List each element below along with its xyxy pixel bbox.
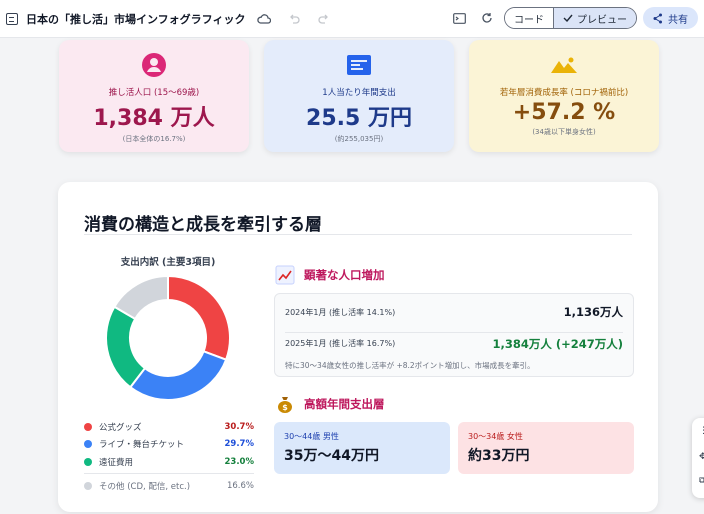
share-icon (653, 13, 662, 23)
code-button[interactable]: コード (505, 8, 553, 28)
population-note: 特に30〜34歳女性の推し活率が +8.2ポイント増加し、市場成長を牽引。 (285, 361, 535, 370)
person-circle-icon (142, 53, 166, 77)
stat-label: 1人当たり年間支出 (322, 88, 396, 98)
segment-label: 30〜34歳 女性 (468, 432, 523, 441)
donut-slice (167, 274, 231, 362)
legend-value: 29.7% (224, 439, 255, 450)
legend-swatch (84, 440, 92, 449)
donut-slice (113, 274, 169, 321)
expand-icon[interactable]: ⧉ (699, 476, 704, 486)
segment-label: 30〜44歳 男性 (284, 432, 339, 441)
row-value: 1,136万人 (563, 305, 623, 319)
preview-label: プレビュー (577, 14, 627, 26)
stat-value: 25.5 万円 (306, 106, 412, 131)
legend-swatch (84, 457, 92, 466)
drag-handle-icon[interactable]: ⋮ (699, 426, 704, 436)
stat-card-population: 推し活人口 (15〜69歳) 1,384 万人 (日本全体の16.7%) (59, 40, 249, 152)
legend-item: 遠征費用 23.0% (84, 453, 254, 471)
stat-note: (日本全体の16.7%) (122, 135, 186, 143)
row-label: 2025年1月 (推し活率 16.7%) (285, 339, 396, 348)
redo-icon[interactable] (313, 8, 335, 30)
stat-label: 若年層消費成長率 (コロナ禍前比) (499, 88, 629, 98)
row-value: 1,384万人 (+247万人) (492, 336, 623, 351)
document-icon (6, 12, 18, 25)
segment-card-women: 30〜34歳 女性 約33万円 (458, 422, 634, 474)
segment-value: 35万〜44万円 (284, 448, 379, 464)
move-icon[interactable]: ✥ (699, 452, 704, 462)
pie-legend: 公式グッズ 30.7% ライブ・舞台チケット 29.7% 遠征費用 23.0% その他 (C… (84, 418, 254, 495)
legend-value: 30.7% (224, 421, 255, 432)
stat-value: 1,384 万人 (93, 106, 215, 131)
stat-card-growth: 若年層消費成長率 (コロナ禍前比) +57.2 % (34歳以下単身女性) (469, 40, 659, 152)
stat-note: (約255,035円) (334, 135, 384, 143)
population-row-2025: 2025年1月 (推し活率 16.7%) 1,384万人 (+247万人) (285, 332, 623, 352)
segment-card-men: 30〜44歳 男性 35万〜44万円 (274, 422, 450, 474)
donut-slice (105, 305, 147, 389)
legend-item: ライブ・舞台チケット 29.7% (84, 436, 254, 454)
legend-label: 遠征費用 (99, 457, 134, 468)
view-toggle: コード プレビュー (504, 7, 637, 29)
card-list-icon (347, 55, 371, 75)
top-toolbar: 日本の「推し活」市場インフォグラフィック コード プレビュー 共有 (0, 0, 704, 38)
population-heading-label: 顕著な人口増加 (304, 268, 385, 282)
legend-item: その他 (CD, 配信, etc.) 16.6% (84, 472, 254, 495)
pie-title: 支出内訳 (主要3項目) (120, 257, 216, 268)
chart-increasing-icon (274, 264, 296, 286)
mountain-icon (551, 57, 577, 73)
legend-value: 16.6% (226, 480, 254, 491)
floating-side-panel[interactable]: ⋮ ✥ ⧉ (692, 418, 704, 498)
cloud-sync-icon[interactable] (253, 8, 275, 30)
stat-value: +57.2 % (512, 100, 616, 125)
legend-label: その他 (CD, 配信, etc.) (99, 481, 191, 492)
consumption-structure-card: 消費の構造と成長を牽引する層 支出内訳 (主要3項目) 公式グッズ 30.7% ライ… (58, 182, 658, 512)
section-divider (84, 234, 632, 235)
legend-value: 23.0% (224, 456, 255, 467)
legend-label: 公式グッズ (99, 422, 142, 433)
share-button[interactable]: 共有 (643, 7, 698, 29)
money-bag-icon: $ (274, 393, 296, 415)
terminal-icon[interactable] (448, 7, 470, 29)
spending-heading: $ 高額年間支出層 (274, 393, 385, 415)
app-title: 日本の「推し活」市場インフォグラフィック (26, 12, 246, 26)
refresh-icon[interactable] (476, 7, 498, 29)
undo-icon[interactable] (283, 8, 305, 30)
svg-text:$: $ (282, 403, 288, 412)
spending-donut-chart (105, 274, 231, 401)
legend-label: ライブ・舞台チケット (99, 440, 185, 451)
population-comparison-box: 2024年1月 (推し活率 14.1%) 1,136万人 2025年1月 (推し… (274, 293, 634, 377)
stat-card-spending: 1人当たり年間支出 25.5 万円 (約255,035円) (264, 40, 454, 152)
preview-button[interactable]: プレビュー (553, 8, 636, 28)
section-title: 消費の構造と成長を牽引する層 (84, 215, 322, 235)
stat-note: (34歳以下単身女性) (532, 128, 596, 136)
population-row-2024: 2024年1月 (推し活率 14.1%) 1,136万人 (285, 302, 623, 322)
share-label: 共有 (668, 14, 688, 26)
legend-swatch (84, 422, 92, 431)
legend-item: 公式グッズ 30.7% (84, 418, 254, 436)
segment-value: 約33万円 (468, 448, 530, 464)
row-label: 2024年1月 (推し活率 14.1%) (285, 307, 396, 317)
spending-heading-label: 高額年間支出層 (304, 397, 385, 411)
legend-swatch (84, 481, 92, 490)
check-icon (563, 14, 573, 22)
stat-label: 推し活人口 (15〜69歳) (108, 88, 200, 98)
population-heading: 顕著な人口増加 (274, 264, 385, 286)
donut-slice (128, 350, 228, 401)
